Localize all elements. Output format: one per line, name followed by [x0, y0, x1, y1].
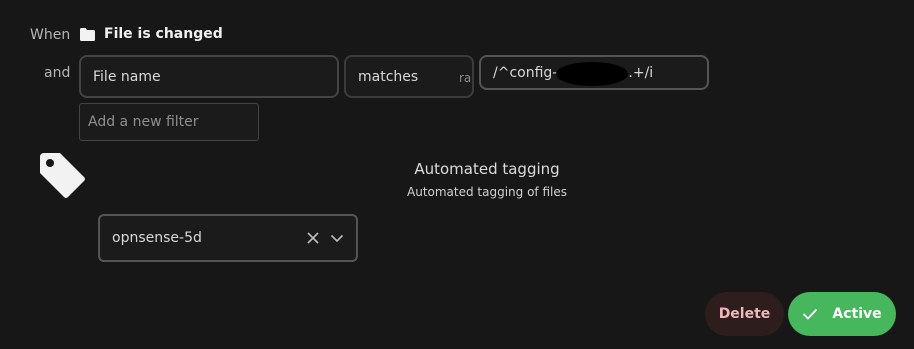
filter-field-value: File name: [93, 68, 161, 85]
clear-icon[interactable]: [306, 231, 320, 245]
tag-select[interactable]: opnsense-5d: [98, 214, 358, 262]
add-filter-input[interactable]: Add a new filter: [79, 103, 259, 141]
redaction-mark: [556, 62, 628, 86]
when-label: When: [30, 27, 71, 43]
tag-icon: [40, 153, 86, 203]
active-button-label: Active: [832, 306, 882, 322]
add-filter-placeholder: Add a new filter: [88, 114, 199, 130]
filter-operator-overflow-text: ra: [459, 71, 472, 85]
filter-value-prefix: /^config-: [493, 64, 558, 81]
delete-button[interactable]: Delete: [705, 292, 784, 336]
chevron-down-icon[interactable]: [330, 233, 344, 243]
trigger-event-name: File is changed: [104, 26, 223, 42]
action-title: Automated tagging: [414, 160, 560, 178]
filter-operator-select[interactable]: matches ra: [344, 55, 474, 98]
tag-select-value: opnsense-5d: [112, 230, 202, 246]
folder-icon: [80, 26, 95, 45]
filter-field-select[interactable]: File name: [79, 55, 339, 98]
filter-value-input[interactable]: /^config- -.+/i: [479, 55, 709, 90]
delete-button-label: Delete: [718, 306, 771, 322]
action-subtitle: Automated tagging of files: [407, 185, 567, 199]
active-button[interactable]: Active: [788, 292, 896, 336]
and-label: and: [44, 65, 71, 81]
filter-operator-value: matches: [358, 68, 419, 85]
check-icon: [803, 308, 818, 320]
